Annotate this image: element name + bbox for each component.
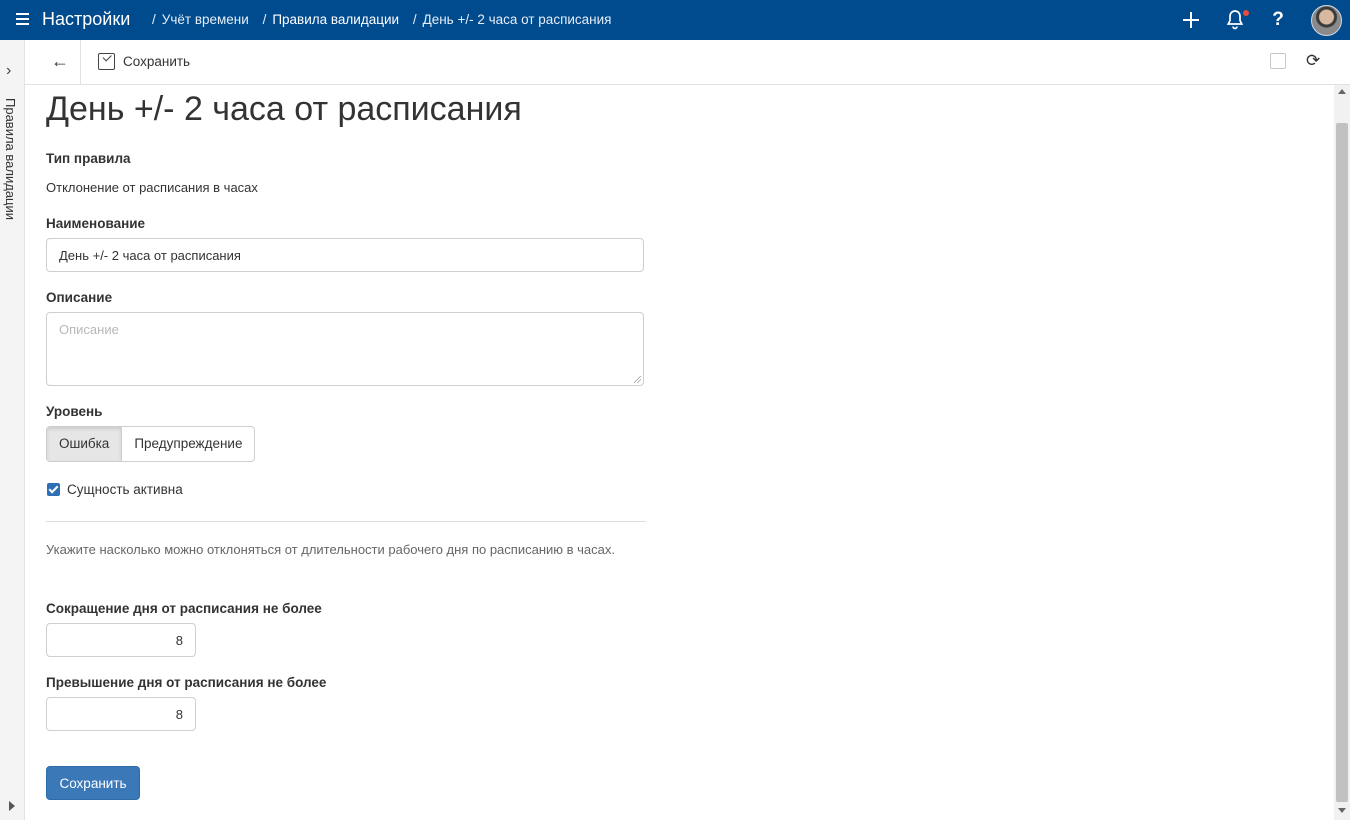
reduction-input[interactable]: 8	[46, 623, 196, 657]
save-icon[interactable]	[98, 53, 115, 70]
resize-handle-icon[interactable]	[634, 376, 641, 383]
page-title: День +/- 2 часа от расписания	[46, 90, 522, 128]
refresh-icon[interactable]: ⟳	[1306, 51, 1320, 71]
scroll-thumb[interactable]	[1336, 123, 1348, 802]
toolbar-save-button[interactable]: Сохранить	[123, 54, 190, 69]
level-label: Уровень	[46, 404, 103, 419]
divider	[46, 521, 646, 522]
toolbar: ← Сохранить ⟳	[25, 40, 1350, 85]
avatar[interactable]	[1311, 5, 1342, 36]
vertical-scrollbar[interactable]	[1334, 85, 1350, 820]
toolbar-divider	[80, 40, 81, 84]
chevron-right-icon[interactable]: ›	[6, 62, 11, 80]
expand-triangle-icon[interactable]	[9, 801, 15, 811]
breadcrumb-separator: /	[152, 12, 156, 27]
active-checkbox[interactable]	[47, 483, 60, 496]
sidebar-label[interactable]: Правила валидации	[3, 98, 18, 220]
breadcrumb-item-validation-rules[interactable]: Правила валидации	[272, 12, 399, 27]
reduction-label: Сокращение дня от расписания не более	[46, 601, 322, 616]
level-option-warning[interactable]: Предупреждение	[122, 427, 254, 461]
submit-button[interactable]: Сохранить	[46, 766, 140, 800]
breadcrumb-separator: /	[412, 12, 417, 27]
level-option-error[interactable]: Ошибка	[47, 427, 123, 461]
breadcrumb: / Учёт времени / Правила валидации / День +…	[152, 12, 622, 27]
breadcrumb-item-current: День +/- 2 часа от расписания	[422, 12, 612, 27]
description-placeholder: Описание	[59, 322, 119, 337]
scroll-up-icon[interactable]	[1338, 89, 1346, 94]
level-toggle-group: Ошибка Предупреждение	[46, 426, 256, 462]
name-label: Наименование	[46, 216, 146, 231]
scroll-down-icon[interactable]	[1338, 808, 1346, 813]
notification-dot	[1243, 10, 1249, 16]
excess-label: Превышение дня от расписания не более	[46, 675, 327, 690]
breadcrumb-separator: /	[262, 12, 267, 27]
hint-text: Укажите насколько можно отклоняться от д…	[46, 542, 615, 557]
name-input[interactable]: День +/- 2 часа от расписания	[46, 238, 644, 272]
plus-icon[interactable]	[1179, 8, 1203, 32]
arrow-left-icon[interactable]: ←	[51, 51, 69, 72]
rule-type-value: Отклонение от расписания в часах	[46, 180, 258, 195]
menu-icon[interactable]	[14, 11, 32, 29]
excess-input[interactable]: 8	[46, 697, 196, 731]
help-icon[interactable]: ?	[1268, 9, 1288, 33]
active-checkbox-label[interactable]: Сущность активна	[67, 482, 183, 497]
breadcrumb-item-time-tracking[interactable]: Учёт времени	[162, 12, 249, 27]
app-title[interactable]: Настройки	[42, 9, 130, 30]
description-label: Описание	[46, 290, 113, 305]
save-disabled-icon	[1270, 53, 1286, 69]
description-textarea[interactable]: Описание	[46, 312, 644, 386]
top-bar: Настройки / Учёт времени / Правила валидац…	[0, 0, 1350, 40]
rule-type-label: Тип правила	[46, 151, 131, 166]
collapsed-sidebar: › Правила валидации	[0, 40, 25, 820]
